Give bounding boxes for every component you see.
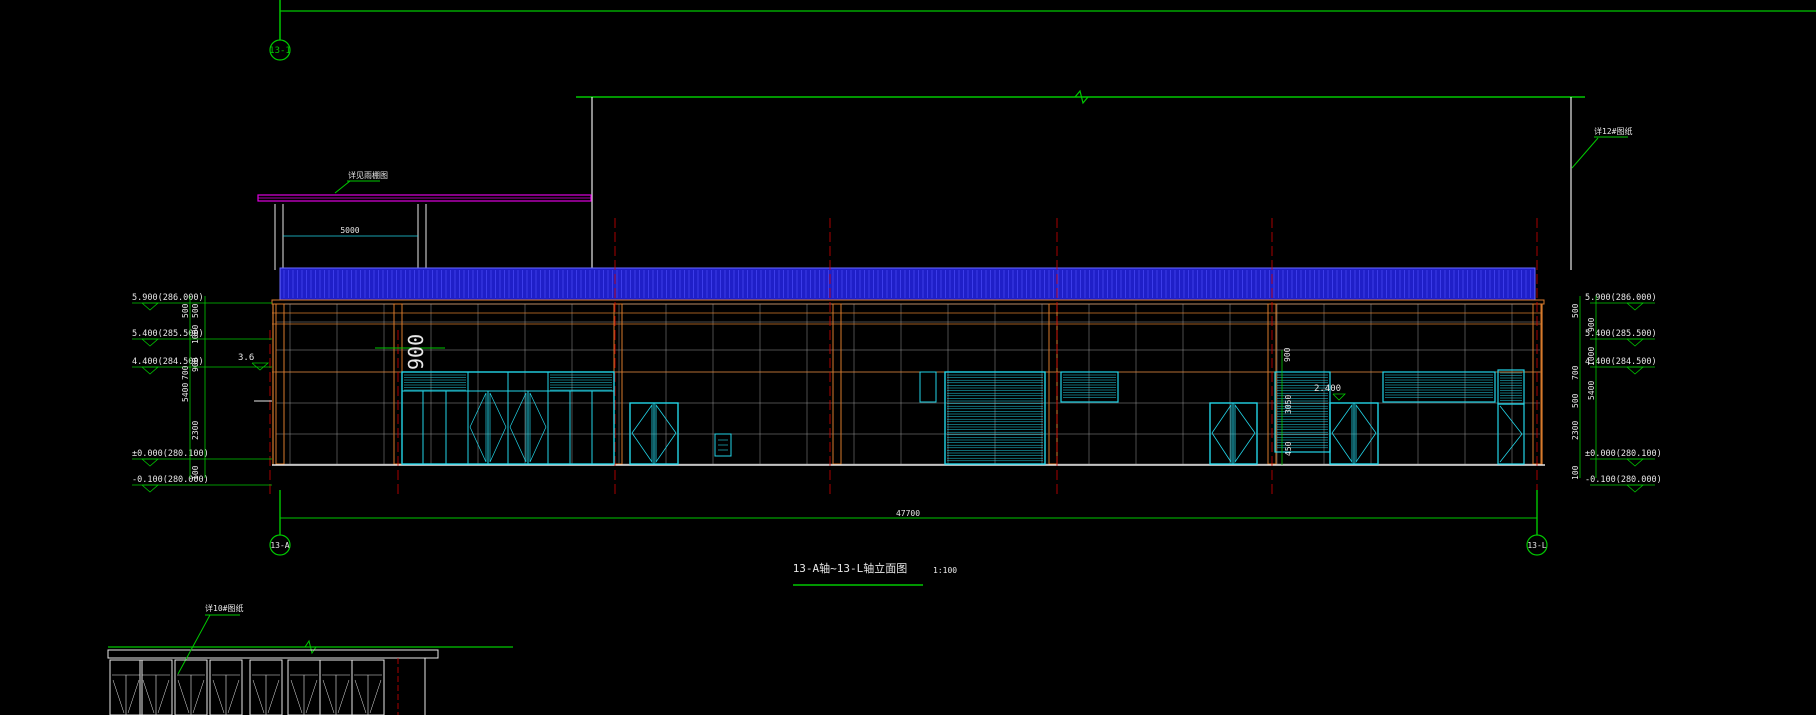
dim-text: 700 [181, 365, 190, 380]
left-small-level: 3.6 [238, 353, 254, 363]
right-reference-note: 详12#图纸 [1594, 126, 1632, 136]
big-900-dim: 900 [404, 334, 428, 370]
dim-text: 100 [191, 465, 200, 480]
right-900-dim: 900 [1283, 347, 1292, 362]
level-text: ±0.000(280.100) [132, 449, 209, 459]
dim-text: 1000 [1587, 347, 1596, 366]
right-3050-dim: 3050 [1284, 395, 1293, 414]
drawing-scale: 1:100 [933, 566, 957, 575]
level-2400: 2.400 [1314, 384, 1341, 394]
dim-text: 900 [191, 357, 200, 372]
grid-label-13-A: 13-A [270, 541, 289, 550]
dim-text: 700 [1571, 365, 1580, 380]
grid-label-13-1: 13-1 [269, 46, 291, 56]
canopy-span-dim: 5000 [340, 226, 359, 235]
right-450-dim: 450 [1284, 441, 1293, 456]
grid-label-13-L: 13-L [1527, 541, 1546, 550]
dim-text: 500 [181, 303, 190, 318]
level-text: 5.900(286.000) [132, 293, 204, 303]
level-text: ±0.000(280.100) [1585, 449, 1662, 459]
dim-text: 5400 [181, 383, 190, 402]
dim-text: 500 [1571, 393, 1580, 408]
dim-text: 5400 [1587, 381, 1596, 400]
blue-parapet [271, 267, 1545, 305]
dim-text: 500 [191, 303, 200, 318]
overall-width-dim: 47700 [896, 509, 920, 518]
dim-text: 2300 [1571, 421, 1580, 440]
dim-text: 1000 [191, 325, 200, 344]
cad-elevation-drawing: 13-1 详12#图纸 5000 详见雨棚图 900 900 3050 450 … [0, 0, 1816, 715]
level-text: -0.100(280.000) [1585, 475, 1662, 485]
drawing-title-text: 13-A轴~13-L轴立面图 [793, 561, 908, 575]
dim-text: 100 [1571, 465, 1580, 480]
dim-text: 900 [1587, 317, 1596, 332]
dim-text: 500 [1571, 303, 1580, 318]
bottom-reference-note: 详10#图纸 [205, 603, 243, 613]
canopy-label: 详见雨棚图 [348, 170, 388, 180]
dim-text: 2300 [191, 421, 200, 440]
